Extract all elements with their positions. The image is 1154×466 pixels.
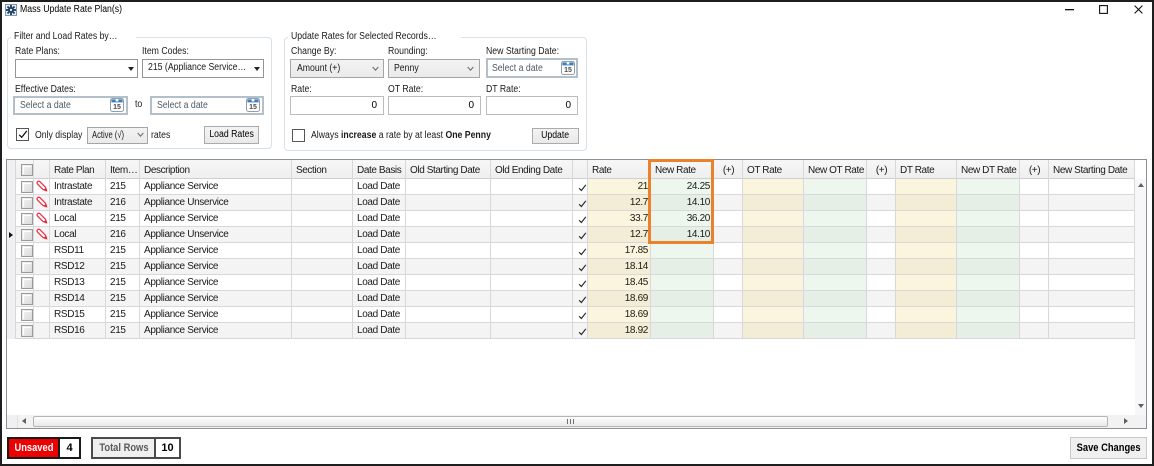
- svg-text:15: 15: [564, 67, 572, 74]
- svg-text:15: 15: [113, 104, 121, 111]
- svg-text:15: 15: [249, 104, 257, 111]
